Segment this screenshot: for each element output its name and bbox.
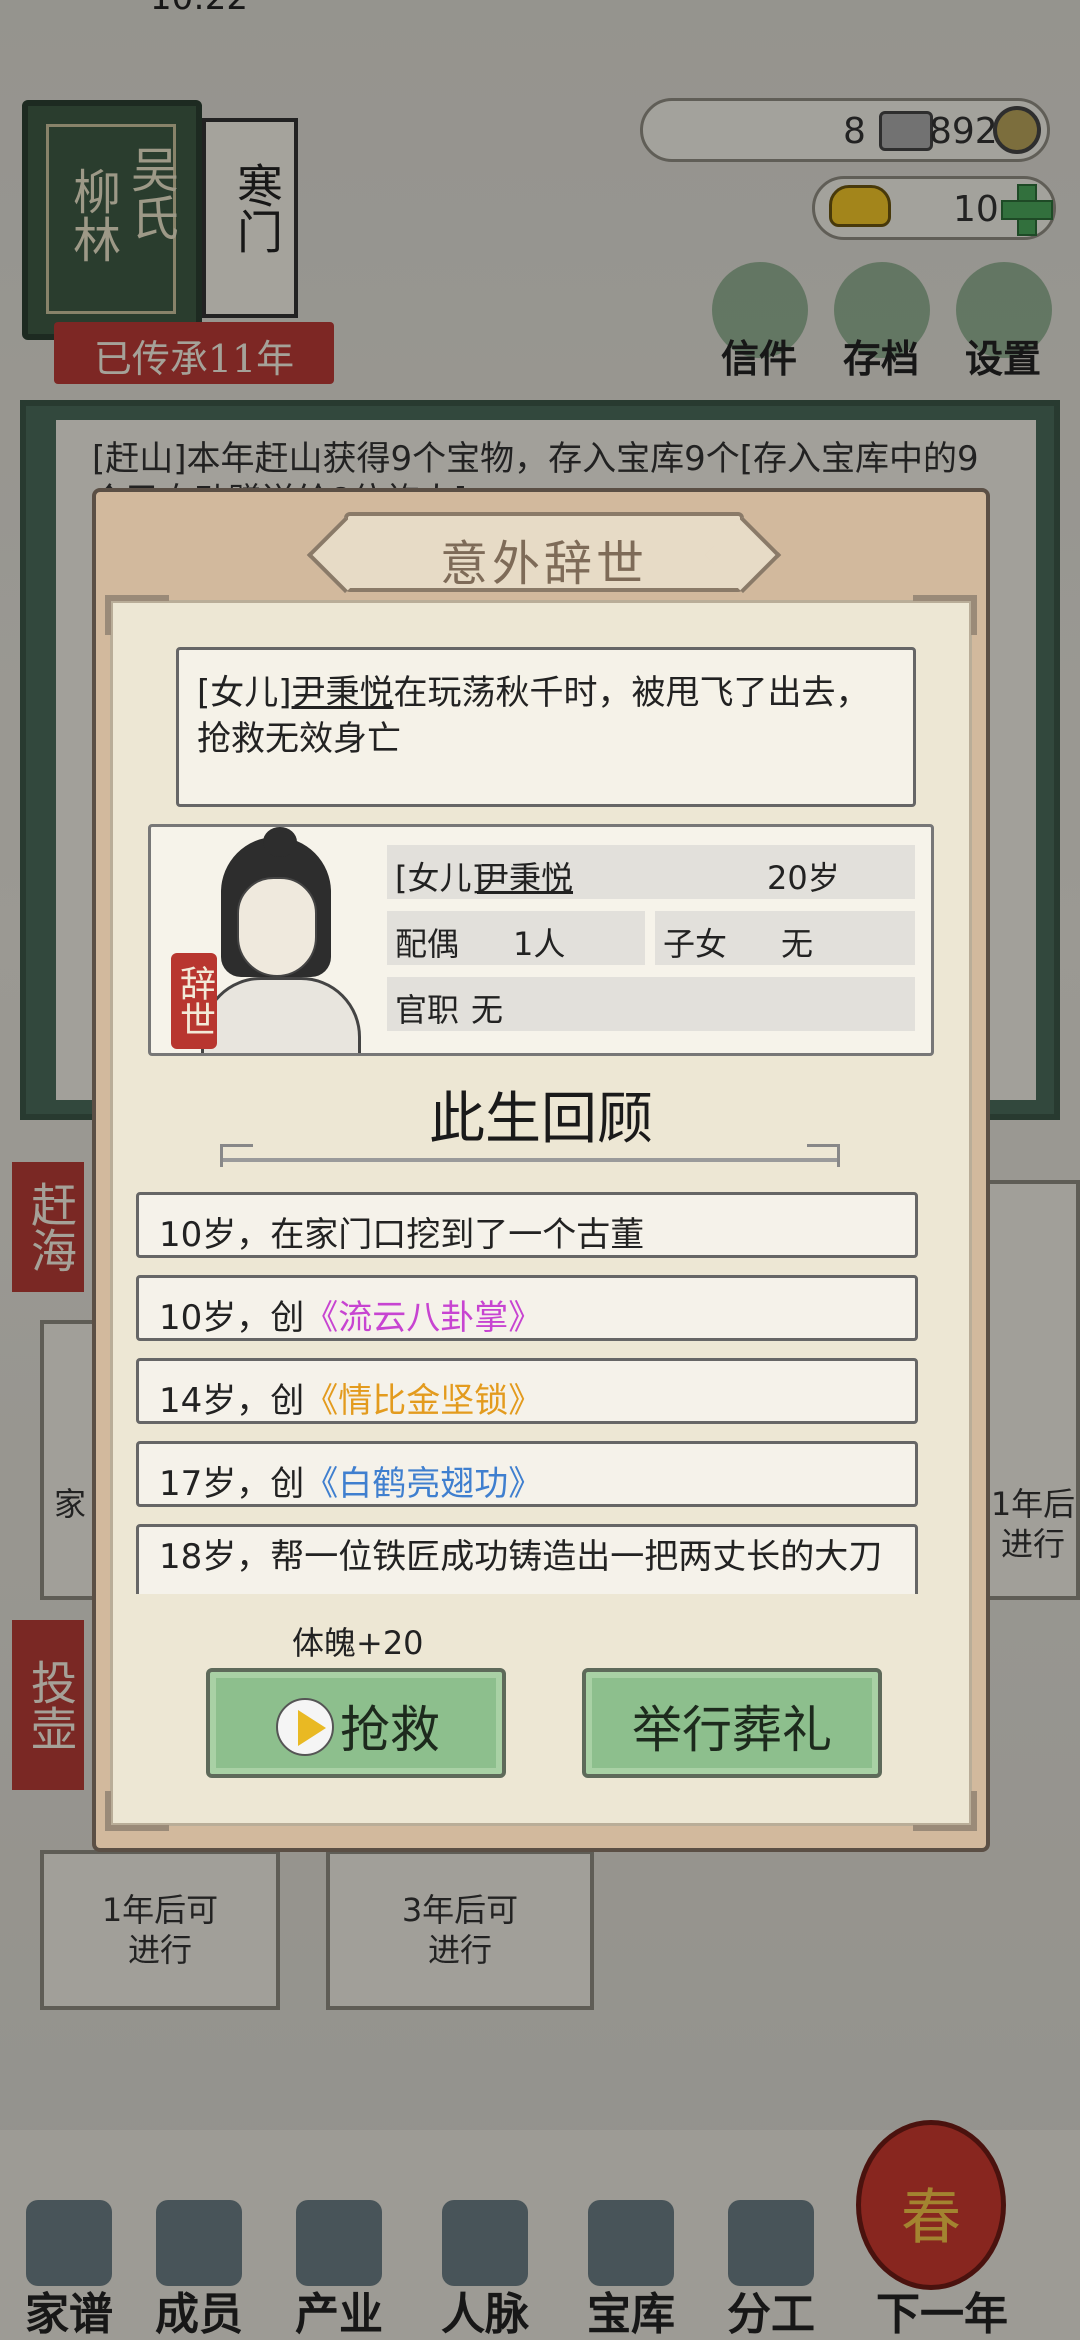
skill-name[interactable]: 《白鹤亮翅功》	[304, 1464, 542, 1504]
death-message-box: [女儿]尹秉悦在玩荡秋千时，被甩飞了出去，抢救无效身亡	[176, 647, 916, 807]
life-event: 17岁，创《白鹤亮翅功》	[136, 1441, 918, 1507]
info-row-spouse: 配偶 1人	[387, 911, 645, 965]
life-event: 10岁，在家门口挖到了一个古董	[136, 1192, 918, 1258]
event-text: 18岁，帮一位铁匠成功铸造出一把两丈长的大刀	[159, 1537, 883, 1577]
children-label: 子女	[663, 925, 728, 963]
funeral-label: 举行葬礼	[632, 1701, 832, 1759]
corner-ornament	[913, 595, 977, 635]
message-relation: [女儿]	[197, 673, 292, 713]
video-ad-play-icon	[276, 1698, 334, 1756]
portrait-bun	[263, 827, 297, 857]
funeral-button[interactable]: 举行葬礼	[582, 1668, 882, 1778]
life-review-title: 此生回顾	[429, 1087, 653, 1152]
death-message: [女儿]尹秉悦在玩荡秋千时，被甩飞了出去，抢救无效身亡	[197, 670, 897, 762]
corner-ornament	[105, 595, 169, 635]
event-text: 10岁，创	[159, 1298, 305, 1338]
rescue-label: 抢救	[340, 1701, 440, 1759]
life-events-list[interactable]: 10岁，在家门口挖到了一个古董 10岁，创《流云八卦掌》 14岁，创《情比金坚锁…	[136, 1192, 918, 1594]
spouse-value: 1人	[513, 925, 566, 963]
dialog-title: 意外辞世	[439, 536, 648, 592]
event-text: 17岁，创	[159, 1464, 305, 1504]
deceased-seal: 辞世	[171, 953, 217, 1049]
dialog-title-plate: 意外辞世	[344, 512, 744, 592]
spouse-label: 配偶	[395, 925, 460, 963]
life-event: 18岁，帮一位铁匠成功铸造出一把两丈长的大刀	[136, 1524, 918, 1594]
person-name[interactable]: 尹秉悦	[477, 853, 573, 899]
life-event: 10岁，创《流云八卦掌》	[136, 1275, 918, 1341]
skill-name[interactable]: 《情比金坚锁》	[304, 1381, 542, 1421]
office-label: 官职	[395, 991, 460, 1029]
children-value: 无	[781, 925, 814, 963]
event-text: 10岁，在家门口挖到了一个古董	[159, 1215, 645, 1255]
stat-bonus: 体魄+20	[292, 1624, 424, 1662]
character-portrait: 辞世	[171, 827, 371, 1053]
corner-ornament	[105, 1791, 169, 1831]
info-row-children: 子女 无	[655, 911, 915, 965]
character-card: 辞世 [女儿] 尹秉悦 20岁 配偶 1人 子女 无 官职 无	[148, 824, 934, 1056]
rescue-button[interactable]: 抢救	[206, 1668, 506, 1778]
person-relation: [女儿]	[395, 859, 484, 897]
info-row-office: 官职 无	[387, 977, 915, 1031]
info-row-name: [女儿] 尹秉悦 20岁	[387, 845, 915, 899]
office-value: 无	[471, 991, 504, 1029]
portrait-robe	[201, 977, 361, 1053]
message-name[interactable]: 尹秉悦	[292, 673, 394, 713]
life-event: 14岁，创《情比金坚锁》	[136, 1358, 918, 1424]
review-divider	[220, 1144, 840, 1167]
corner-ornament	[913, 1791, 977, 1831]
skill-name[interactable]: 《流云八卦掌》	[304, 1298, 542, 1338]
portrait-face	[237, 877, 317, 977]
death-dialog: 意外辞世 [女儿]尹秉悦在玩荡秋千时，被甩飞了出去，抢救无效身亡 辞世 [女儿]…	[92, 488, 990, 1852]
event-text: 14岁，创	[159, 1381, 305, 1421]
person-age: 20岁	[767, 859, 840, 897]
